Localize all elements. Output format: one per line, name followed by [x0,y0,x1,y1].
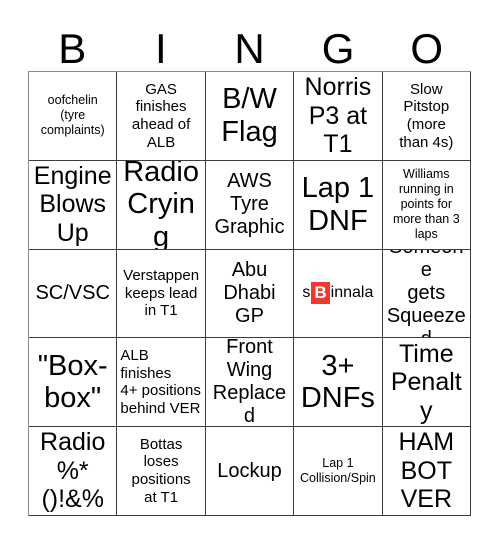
bingo-header-letter-g: G [321,25,355,72]
bingo-cell-label: Norris P3 at T1 [304,73,372,159]
bingo-cell[interactable]: Radio %* ()!&% [29,427,118,516]
bingo-cell[interactable]: Time Penalty [382,338,471,428]
bingo-cell-label: HAM BOT VER [398,428,455,514]
bingo-cell-label: Front Wing Replaced [212,338,287,428]
bingo-card: B I N G O oofchelin (tyre complaints) GAS… [0,0,500,544]
bingo-cell-label: Abu Dhabi GP [223,258,276,327]
bingo-grid: oofchelin (tyre complaints) GAS finishes … [28,71,471,516]
bingo-cell[interactable]: ALB finishes 4+ positions behind VER [117,338,206,428]
bingo-cell-label: Time Penalty [390,339,462,425]
bingo-cell[interactable]: Williams running in points for more than… [382,160,471,250]
bingo-cell-label: GAS finishes ahead of ALB [131,80,191,151]
bingo-cell-label: s Binnala [302,282,374,305]
bingo-cell[interactable]: Lap 1 Collision/Spin [294,427,383,516]
bingo-cell[interactable]: Slow Pitstop (more than 4s) [382,72,471,161]
bingo-cell-label: ALB finishes 4+ positions behind VER [120,346,201,417]
bingo-cell-label: 3+ DNFs [300,349,375,415]
bingo-cell-label: Lap 1 DNF [301,172,375,237]
bingo-cell-label: Slow Pitstop (more than 4s) [399,80,454,151]
bingo-cell[interactable]: Lockup [205,427,295,516]
bingo-cell[interactable]: GAS finishes ahead of ALB [117,72,206,161]
bingo-cell[interactable]: AWS Tyre Graphic [205,160,295,250]
bingo-cell-label: Engine Blows Up [33,161,112,247]
bingo-cell-label: AWS Tyre Graphic [214,170,285,239]
bingo-cell[interactable]: Bottas loses positions at T1 [117,427,206,516]
bingo-cell[interactable]: Verstappen keeps lead in T1 [117,249,206,339]
bingo-cell-label: Someone gets Squeezed [386,250,466,338]
bingo-header-letter-i: I [155,25,167,72]
bingo-cell-label: Bottas loses positions at T1 [131,435,191,506]
bingo-cell[interactable]: Lap 1 DNF [294,160,383,250]
bingo-cell[interactable]: HAM BOT VER [382,427,471,516]
bingo-cell[interactable]: Front Wing Replaced [205,338,295,428]
bingo-cell[interactable]: Engine Blows Up [29,160,118,250]
bingo-cell[interactable]: SC/VSC [29,249,118,339]
bingo-cell-label: Williams running in points for more than… [392,167,460,242]
bingo-cell-label: Verstappen keeps lead in T1 [123,266,200,320]
bingo-header-letter-n: N [234,25,265,72]
bingo-cell-label: Radio %* ()!&% [40,428,106,514]
bingo-cell-label: "Box- box" [37,349,108,415]
bingo-cell[interactable]: B/W Flag [205,72,295,161]
bingo-cell[interactable]: "Box- box" [29,338,118,428]
bingo-cell[interactable]: Someone gets Squeezed [382,249,471,339]
bingo-cell-label: B/W Flag [221,83,278,148]
marked-stamp-icon: B [311,282,330,305]
bingo-cell[interactable]: oofchelin (tyre complaints) [29,72,118,161]
stamp-text-before: s [302,284,311,302]
bingo-cell[interactable]: Radio Crying [117,160,206,250]
bingo-cell-label: Lockup [217,459,282,482]
bingo-cell[interactable]: s Binnala [294,249,383,339]
bingo-header-letter-o: O [410,25,443,72]
bingo-cell[interactable]: 3+ DNFs [294,338,383,428]
bingo-cell-label: SC/VSC [35,281,110,304]
bingo-header-letter-b: B [58,25,87,72]
bingo-header-row: B I N G O [28,16,471,71]
bingo-cell-label: oofchelin (tyre complaints) [40,93,105,138]
bingo-cell-label: Lap 1 Collision/Spin [300,456,376,486]
bingo-cell-label: Radio Crying [123,160,199,250]
stamp-text-after: innala [330,284,374,302]
bingo-cell[interactable]: Abu Dhabi GP [205,249,295,339]
bingo-cell[interactable]: Norris P3 at T1 [294,72,383,161]
